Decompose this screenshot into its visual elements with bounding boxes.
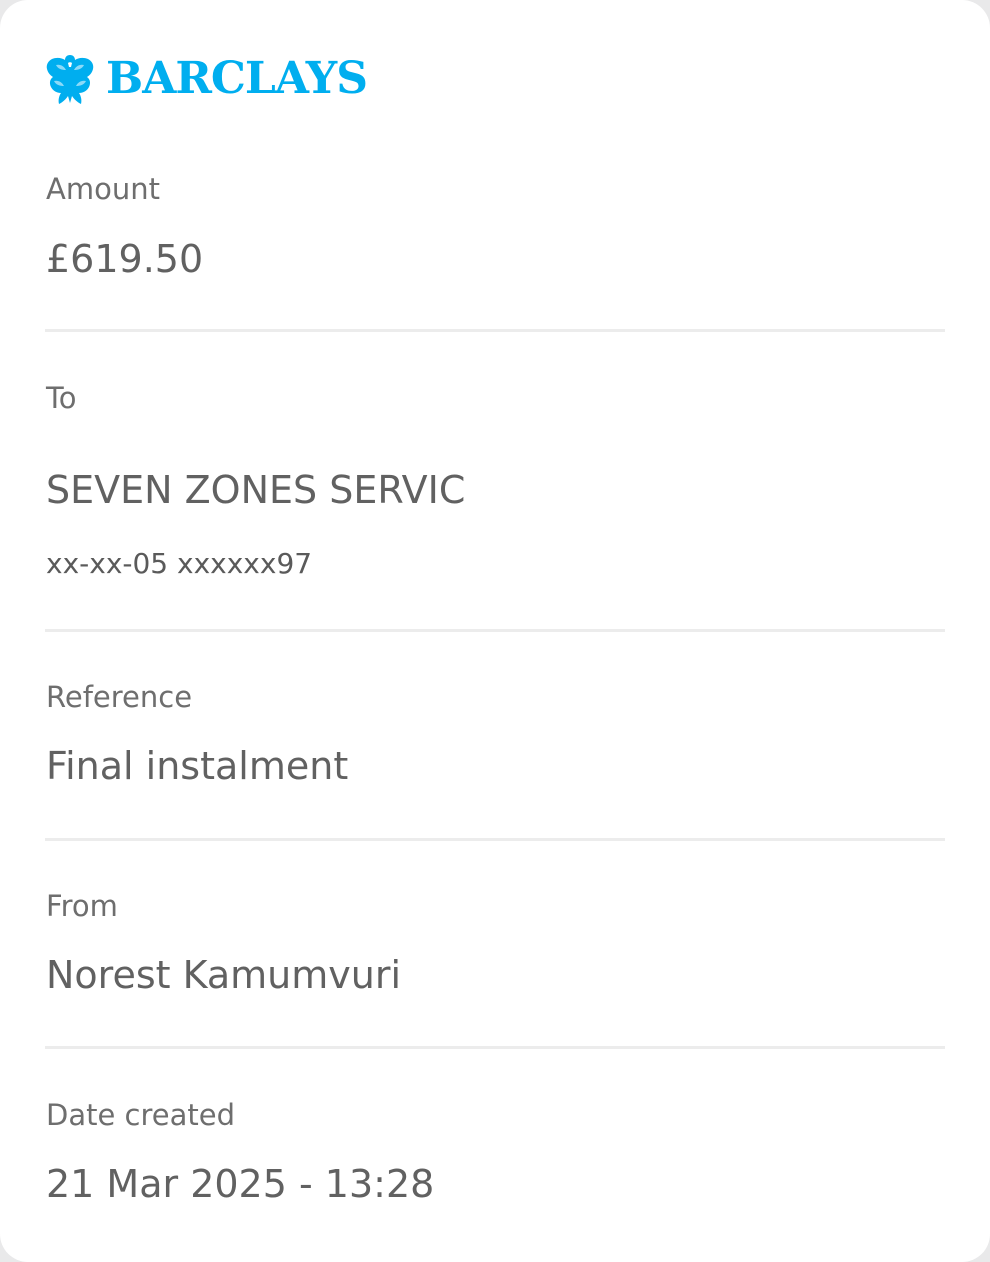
divider — [45, 838, 945, 841]
to-account-number: xx-xx-05 xxxxxx97 — [46, 547, 313, 580]
brand-name: BARCLAYS — [106, 53, 368, 104]
divider — [45, 629, 945, 632]
amount-label: Amount — [46, 172, 160, 206]
from-value: Norest Kamumvuri — [46, 953, 402, 997]
date-created-value: 21 Mar 2025 - 13:28 — [46, 1162, 435, 1206]
divider — [45, 1046, 945, 1049]
from-label: From — [46, 889, 118, 923]
brand-logo: BARCLAYS — [44, 50, 368, 108]
reference-value: Final instalment — [46, 744, 349, 788]
divider — [45, 329, 945, 332]
to-value: SEVEN ZONES SERVIC — [46, 468, 466, 512]
reference-label: Reference — [46, 680, 193, 714]
date-created-label: Date created — [46, 1098, 235, 1132]
to-label: To — [46, 381, 77, 415]
payment-details-card: BARCLAYS Amount £619.50 To SEVEN ZONES S… — [0, 0, 990, 1262]
eagle-icon — [46, 55, 94, 104]
amount-value: £619.50 — [46, 237, 204, 281]
